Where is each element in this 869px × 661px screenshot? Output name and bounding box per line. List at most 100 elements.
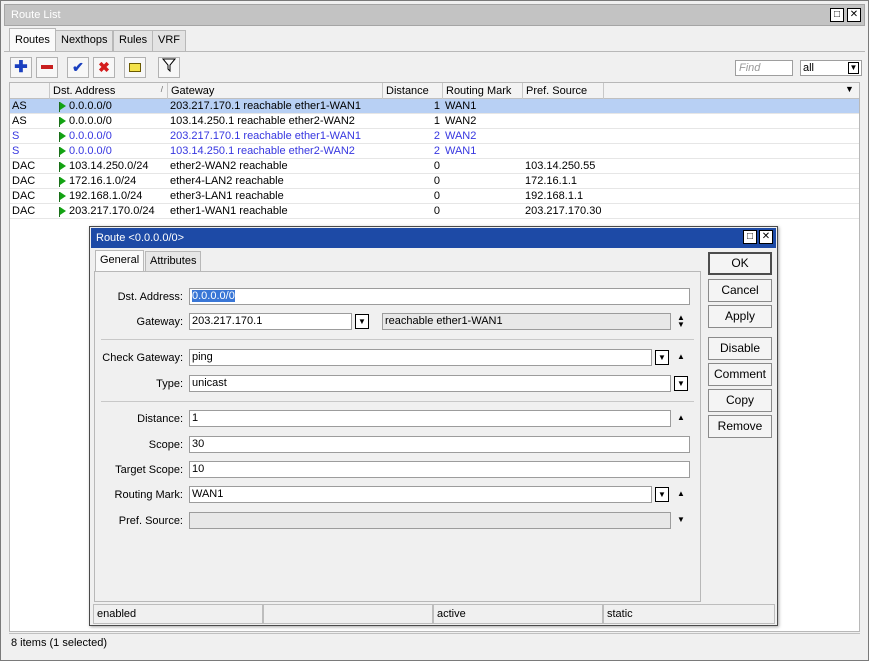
cell-dst-address-text: 0.0.0.0/0	[69, 130, 112, 142]
column-header-distance[interactable]: Distance	[383, 83, 443, 99]
flag-icon	[59, 192, 66, 202]
ok-button[interactable]: OK	[708, 252, 772, 275]
pref-source-expand-icon[interactable]: ▼	[676, 516, 686, 524]
check-gateway-collapse-icon[interactable]: ▲	[676, 353, 686, 361]
cell-gateway-text: ether2-WAN2 reachable	[170, 160, 288, 172]
cell-routing-mark-text: WAN2	[445, 130, 477, 142]
dialog-maximize-icon[interactable]: □	[743, 230, 757, 244]
column-header-pref-source[interactable]: Pref. Source	[523, 83, 604, 99]
flag-icon	[59, 162, 66, 172]
table-row[interactable]: S 0.0.0.0/0 203.217.170.1 reachable ether1…	[10, 129, 859, 144]
table-row[interactable]: DAC 103.14.250.0/24 ether2-WAN2 reachable 0…	[10, 159, 859, 174]
cell-dst-address: 172.16.1.0/24	[50, 175, 168, 189]
table-row[interactable]: AS 0.0.0.0/0 103.14.250.1 reachable ether2…	[10, 114, 859, 129]
column-header-gateway[interactable]: Gateway	[168, 83, 383, 99]
filter-icon[interactable]	[158, 57, 180, 78]
filter-select[interactable]: all ▼	[800, 60, 862, 76]
flag-icon	[59, 117, 66, 127]
cell-routing-mark	[443, 175, 523, 189]
comment-button[interactable]: Comment	[708, 363, 772, 386]
tab-general[interactable]: General	[95, 250, 145, 271]
cell-flags-text: AS	[12, 115, 27, 127]
cell-routing-mark-text: WAN1	[445, 145, 477, 157]
dst-address-field[interactable]: 0.0.0.0/0	[189, 288, 690, 305]
table-row[interactable]: DAC 192.168.1.0/24 ether3-LAN1 reachable 0 1…	[10, 189, 859, 204]
table-row[interactable]: AS 0.0.0.0/0 203.217.170.1 reachable ether…	[10, 99, 859, 114]
flag-icon	[59, 207, 66, 217]
cell-dst-address-text: 0.0.0.0/0	[69, 115, 112, 127]
tab-rules[interactable]: Rules	[113, 30, 154, 51]
check-gateway-field[interactable]: ping	[189, 349, 652, 366]
toolbar: ✚ ✔ ✖ Find all ▼	[4, 51, 865, 81]
disable-icon[interactable]: ✖	[93, 57, 115, 78]
cancel-button[interactable]: Cancel	[708, 279, 772, 302]
column-header-routing-mark[interactable]: Routing Mark	[443, 83, 523, 99]
cell-dst-address: 0.0.0.0/0	[50, 145, 168, 159]
routing-mark-collapse-icon[interactable]: ▲	[676, 490, 686, 498]
status-active: active	[433, 604, 603, 624]
routing-mark-field[interactable]: WAN1	[189, 486, 652, 503]
gateway-field[interactable]: 203.217.170.1	[189, 313, 352, 330]
status-text: 8 items (1 selected)	[11, 637, 107, 649]
dialog-titlebar[interactable]: Route <0.0.0.0/0> □ ✕	[91, 228, 776, 248]
cell-pref-source-text: 192.168.1.1	[525, 190, 584, 202]
add-icon[interactable]: ✚	[10, 57, 32, 78]
columns-menu-icon[interactable]: ▼	[845, 84, 854, 94]
table-row[interactable]: DAC 172.16.1.0/24 ether4-LAN2 reachable 0 17…	[10, 174, 859, 189]
tab-attributes[interactable]: Attributes	[145, 251, 202, 271]
table-row[interactable]: DAC 203.217.170.0/24 ether1-WAN1 reachable…	[10, 204, 859, 219]
cell-flags: DAC	[10, 190, 50, 204]
cell-dst-address-text: 103.14.250.0/24	[69, 160, 149, 172]
cell-dst-address-text: 192.168.1.0/24	[69, 190, 143, 202]
pref-source-field[interactable]	[189, 512, 671, 529]
column-header-flags[interactable]	[10, 83, 50, 99]
tab-routes[interactable]: Routes	[9, 28, 56, 51]
comment-icon[interactable]	[124, 57, 146, 78]
chevron-down-icon[interactable]: ▼	[848, 62, 859, 74]
enable-icon[interactable]: ✔	[67, 57, 89, 78]
type-dropdown-icon[interactable]: ▼	[674, 376, 688, 391]
window-title: Route List	[11, 9, 61, 21]
copy-button[interactable]: Copy	[708, 389, 772, 412]
cell-distance-text: 0	[433, 190, 440, 202]
cell-distance: 0	[383, 190, 443, 204]
general-panel: Dst. Address: 0.0.0.0/0 Gateway: 203.217…	[94, 271, 701, 602]
table-row[interactable]: S 0.0.0.0/0 103.14.250.1 reachable ether2-…	[10, 144, 859, 159]
scope-field[interactable]: 30	[189, 436, 690, 453]
cell-distance-text: 1	[433, 115, 440, 127]
cell-pref-source: 103.14.250.55	[523, 160, 604, 174]
cell-pref-source	[523, 100, 604, 114]
dst-address-label: Dst. Address:	[117, 291, 183, 303]
maximize-icon[interactable]: □	[830, 8, 844, 22]
check-gateway-dropdown-icon[interactable]: ▼	[655, 350, 669, 365]
cell-distance-text: 0	[433, 160, 440, 172]
find-input[interactable]: Find	[735, 60, 793, 76]
gateway-updown-icon[interactable]: ▲ ▼	[676, 314, 686, 329]
cell-gateway: 103.14.250.1 reachable ether2-WAN2	[168, 115, 383, 129]
tab-vrf[interactable]: VRF	[152, 30, 186, 51]
route-dialog: Route <0.0.0.0/0> □ ✕ General Attributes…	[89, 226, 778, 626]
distance-collapse-icon[interactable]: ▲	[676, 414, 686, 422]
cell-dst-address-text: 0.0.0.0/0	[69, 100, 112, 112]
apply-button[interactable]: Apply	[708, 305, 772, 328]
remove-icon[interactable]	[36, 57, 58, 78]
type-field[interactable]: unicast	[189, 375, 671, 392]
disable-button[interactable]: Disable	[708, 337, 772, 360]
cell-gateway: ether4-LAN2 reachable	[168, 175, 383, 189]
tab-nexthops[interactable]: Nexthops	[55, 30, 114, 51]
cell-distance: 1	[383, 115, 443, 129]
close-icon[interactable]: ✕	[847, 8, 861, 22]
routing-mark-dropdown-icon[interactable]: ▼	[655, 487, 669, 502]
cell-dst-address: 0.0.0.0/0	[50, 130, 168, 144]
cell-pref-source: 172.16.1.1	[523, 175, 604, 189]
distance-field[interactable]: 1	[189, 410, 671, 427]
dialog-close-icon[interactable]: ✕	[759, 230, 773, 244]
cell-dst-address: 192.168.1.0/24	[50, 190, 168, 204]
gateway-dropdown-icon[interactable]: ▼	[355, 314, 369, 329]
remove-button[interactable]: Remove	[708, 415, 772, 438]
cell-dst-address: 0.0.0.0/0	[50, 115, 168, 129]
status-enabled: enabled	[93, 604, 263, 624]
column-header-dst[interactable]: Dst. Address /	[50, 83, 168, 99]
target-scope-field[interactable]: 10	[189, 461, 690, 478]
window-titlebar[interactable]: Route List □ ✕	[4, 4, 865, 26]
